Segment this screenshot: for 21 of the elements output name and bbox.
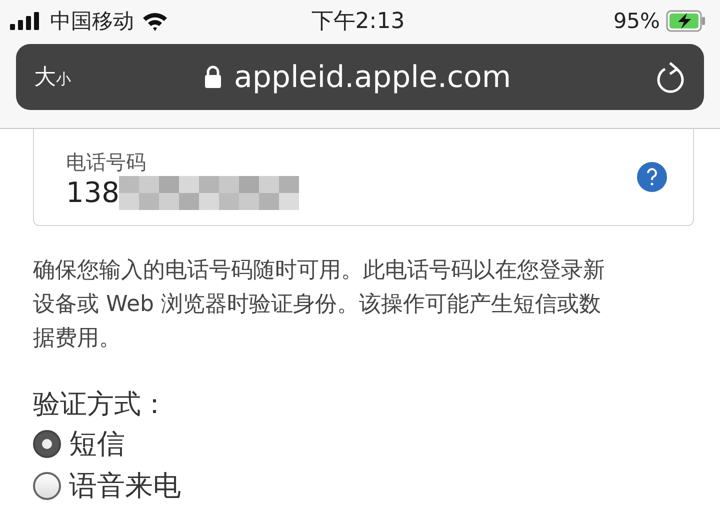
notice-text: 确保您输入的电话号码随时可用。此电话号码以在您登录新设备或 Web 浏览器时验证身份。该操作可能产生短信或数据费用。	[33, 257, 606, 353]
status-time: 下午2:13	[311, 8, 405, 36]
phone-field[interactable]: 电话号码 138	[33, 129, 694, 226]
lock-icon	[204, 65, 222, 89]
phone-value: 138	[66, 176, 120, 209]
radio-button[interactable]	[33, 430, 61, 458]
option-label[interactable]: 短信	[69, 425, 125, 463]
field-label: 电话号码	[66, 148, 147, 176]
url-text: appleid.apple.com	[234, 60, 512, 94]
address-bar[interactable]: 大小 appleid.apple.com	[16, 44, 704, 110]
option-label[interactable]: 语音来电	[69, 467, 181, 505]
help-icon[interactable]	[637, 162, 667, 192]
reload-icon[interactable]	[656, 61, 686, 93]
text-size-button[interactable]: 大小	[34, 62, 204, 92]
signal-icon	[10, 12, 42, 30]
wifi-icon	[142, 11, 168, 31]
radio-button[interactable]	[33, 472, 61, 500]
battery-charging-icon	[666, 10, 706, 32]
battery-percent: 95%	[613, 9, 660, 33]
carrier-name: 中国移动	[50, 8, 134, 35]
verification-label: 验证方式：	[33, 388, 169, 422]
